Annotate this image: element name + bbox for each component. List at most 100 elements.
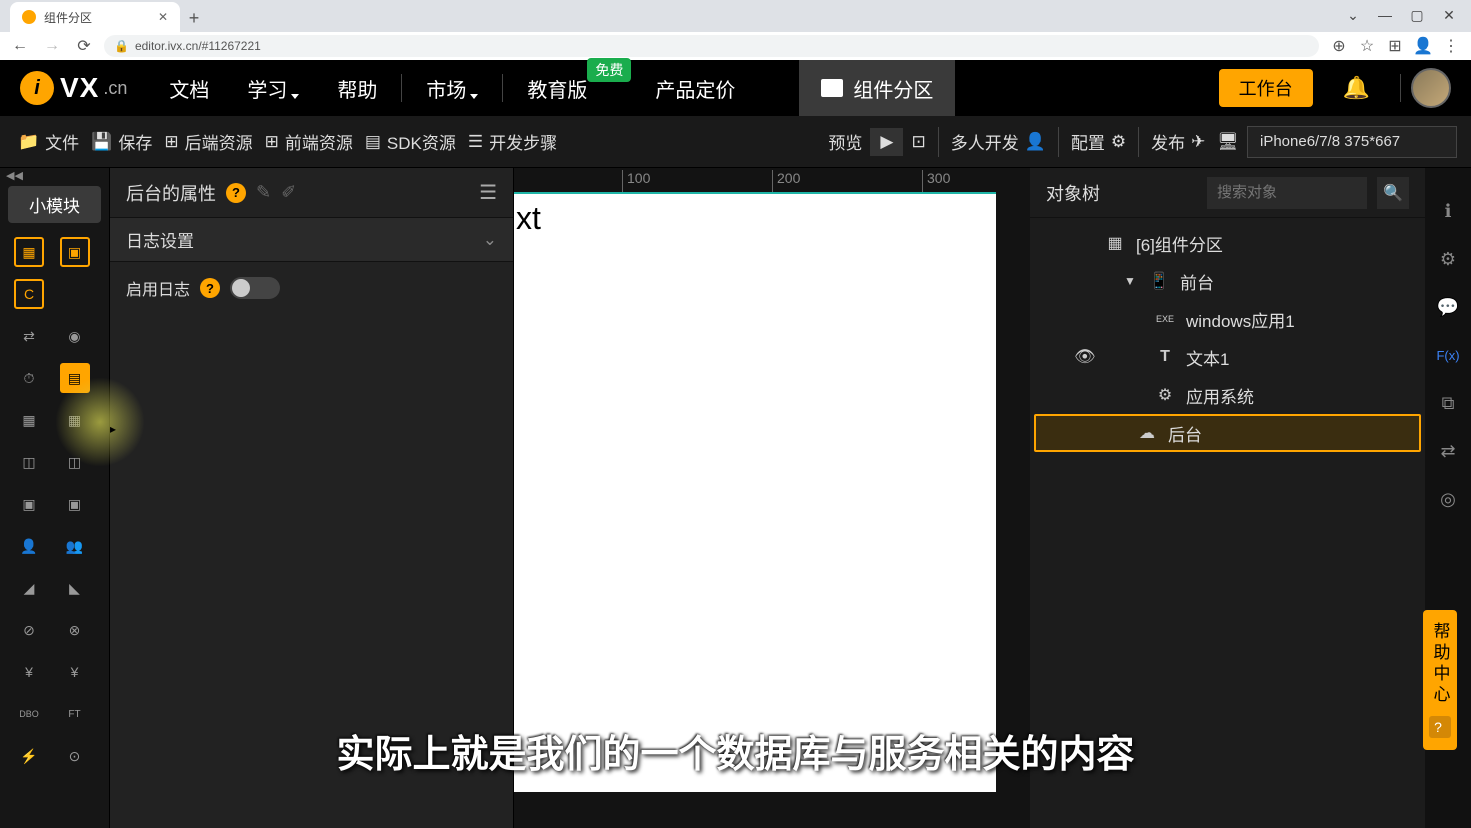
- tab-close-icon[interactable]: ✕: [158, 10, 168, 24]
- component-icon[interactable]: ▣: [14, 489, 44, 519]
- menu-icon[interactable]: ⋮: [1439, 34, 1463, 58]
- component-icon[interactable]: ⊗: [60, 615, 90, 645]
- hamburger-icon[interactable]: ☰: [479, 180, 497, 205]
- tree-node-text1[interactable]: 👁 T 文本1: [1034, 338, 1421, 376]
- nav-pricing[interactable]: 产品定价: [641, 60, 749, 116]
- component-icon[interactable]: ◣: [60, 573, 90, 603]
- chat-icon[interactable]: 💬: [1435, 294, 1461, 320]
- component-icon[interactable]: ▦: [60, 405, 90, 435]
- file-menu[interactable]: 📁文件: [14, 129, 83, 154]
- swap-icon[interactable]: ⇄: [1435, 438, 1461, 464]
- help-icon[interactable]: ?: [200, 278, 220, 298]
- search-icon[interactable]: 🔍: [1377, 177, 1409, 209]
- info-icon[interactable]: ℹ: [1435, 198, 1461, 224]
- target-icon[interactable]: ◎: [1435, 486, 1461, 512]
- component-icon[interactable]: ▤: [60, 363, 90, 393]
- component-icon[interactable]: ▣: [60, 489, 90, 519]
- tree-node-winapp[interactable]: EXE windows应用1: [1034, 300, 1421, 338]
- backend-resources[interactable]: ⊞后端资源: [160, 129, 256, 154]
- reload-button[interactable]: ⟳: [72, 34, 96, 58]
- component-icon[interactable]: ▦: [14, 405, 44, 435]
- dev-steps[interactable]: ☰开发步骤: [464, 129, 561, 154]
- nav-learn[interactable]: 学习: [233, 60, 313, 116]
- collapse-handle[interactable]: ◀◀: [0, 168, 109, 182]
- edit-icon[interactable]: ✎: [256, 182, 271, 203]
- component-icon[interactable]: ▣: [60, 237, 90, 267]
- multi-dev[interactable]: 多人开发👤: [947, 129, 1050, 154]
- config-button[interactable]: 配置⚙: [1067, 129, 1130, 154]
- bell-icon[interactable]: 🔔: [1343, 75, 1370, 101]
- nav-edu[interactable]: 教育版 免费: [513, 60, 601, 116]
- nav-docs[interactable]: 文档: [155, 60, 223, 116]
- address-bar[interactable]: 🔒 editor.ivx.cn/#11267221: [104, 35, 1319, 57]
- logo[interactable]: i VX .cn: [20, 71, 127, 105]
- active-project-tab[interactable]: 组件分区: [799, 60, 955, 116]
- window-dropdown[interactable]: ⌄: [1339, 4, 1367, 26]
- toggle-knob: [232, 279, 250, 297]
- component-icon[interactable]: ▦: [14, 237, 44, 267]
- zoom-icon[interactable]: ⊕: [1327, 34, 1351, 58]
- visibility-icon[interactable]: 👁: [1074, 347, 1094, 367]
- forward-button[interactable]: →: [40, 34, 64, 58]
- device-icon[interactable]: 🖥: [1213, 132, 1243, 152]
- component-icon[interactable]: ◫: [14, 447, 44, 477]
- edit2-icon[interactable]: ✐: [281, 182, 296, 203]
- component-icon[interactable]: ⊙: [60, 741, 90, 771]
- fx-icon[interactable]: F(x): [1435, 342, 1461, 368]
- qr-button[interactable]: ⊡: [907, 132, 929, 152]
- help-icon[interactable]: ?: [226, 183, 246, 203]
- back-button[interactable]: ←: [8, 34, 32, 58]
- sdk-resources[interactable]: ▤SDK资源: [361, 129, 460, 154]
- window-minimize[interactable]: —: [1371, 4, 1399, 26]
- tree-node-root[interactable]: ▦ [6]组件分区: [1034, 224, 1421, 262]
- logo-icon: i: [20, 71, 54, 105]
- component-icon[interactable]: ⏱: [14, 363, 44, 393]
- props-section-log[interactable]: 日志设置 ⌄: [110, 218, 513, 262]
- component-icon[interactable]: ⇄: [14, 321, 44, 351]
- component-icon[interactable]: ◢: [14, 573, 44, 603]
- preview-button[interactable]: 预览: [824, 129, 866, 154]
- profile-icon[interactable]: 👤: [1411, 34, 1435, 58]
- device-selector[interactable]: iPhone6/7/8 375*667: [1247, 126, 1457, 158]
- avatar[interactable]: [1411, 68, 1451, 108]
- extension-icon[interactable]: ⊞: [1383, 34, 1407, 58]
- nav-help[interactable]: 帮助: [323, 60, 391, 116]
- settings-icon[interactable]: ⚙: [1435, 246, 1461, 272]
- component-icon[interactable]: ◉: [60, 321, 90, 351]
- component-icon[interactable]: FT: [60, 699, 90, 729]
- component-icon[interactable]: ◫: [60, 447, 90, 477]
- publish-button[interactable]: 发布✈: [1147, 129, 1209, 154]
- component-icon[interactable]: 👥: [60, 531, 90, 561]
- copy-icon[interactable]: ⧉: [1435, 390, 1461, 416]
- workspace-button[interactable]: 工作台: [1219, 69, 1313, 107]
- component-icon[interactable]: 👤: [14, 531, 44, 561]
- tree-search-input[interactable]: [1207, 177, 1367, 209]
- window-maximize[interactable]: ▢: [1403, 4, 1431, 26]
- divider: [502, 74, 503, 102]
- rail-tab-modules[interactable]: 小模块: [8, 186, 101, 223]
- enable-log-toggle[interactable]: [230, 277, 280, 299]
- window-close[interactable]: ✕: [1435, 4, 1463, 26]
- component-icon[interactable]: ¥: [60, 657, 90, 687]
- help-center-button[interactable]: 帮助中心 ?: [1423, 610, 1457, 750]
- play-button[interactable]: ▶: [870, 128, 903, 156]
- component-icon[interactable]: ⊘: [14, 615, 44, 645]
- tree-node-back[interactable]: ☁ 后台: [1034, 414, 1421, 452]
- frontend-resources[interactable]: ⊞前端资源: [261, 129, 357, 154]
- component-icon[interactable]: ¥: [14, 657, 44, 687]
- canvas-page[interactable]: xt: [514, 192, 996, 792]
- save-button[interactable]: 💾保存: [87, 129, 156, 154]
- tree-node-front[interactable]: ▼ 📱 前台: [1034, 262, 1421, 300]
- nav-market[interactable]: 市场: [412, 60, 492, 116]
- caret-down-icon[interactable]: ▼: [1124, 274, 1138, 288]
- browser-tab[interactable]: 组件分区 ✕: [10, 2, 180, 32]
- component-icon[interactable]: ⚡: [14, 741, 44, 771]
- share-icon[interactable]: ☆: [1355, 34, 1379, 58]
- text-icon: T: [1154, 348, 1176, 366]
- component-icon[interactable]: C: [14, 279, 44, 309]
- canvas-text-element[interactable]: xt: [516, 200, 541, 237]
- tree-node-appsys[interactable]: ⚙ 应用系统: [1034, 376, 1421, 414]
- exe-icon: EXE: [1154, 314, 1176, 324]
- component-icon[interactable]: DBO: [14, 699, 44, 729]
- new-tab-button[interactable]: +: [180, 4, 208, 32]
